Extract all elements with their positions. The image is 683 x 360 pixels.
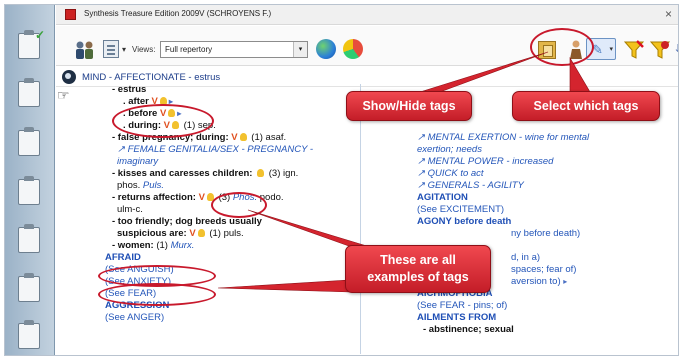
- show-hide-tags-callout: Show/Hide tags: [346, 91, 472, 121]
- arrow-icon: ↗: [417, 180, 425, 191]
- rubric-label: - returns affection:: [112, 192, 196, 203]
- highlight-oval: [530, 28, 594, 66]
- globe-icon[interactable]: [316, 39, 336, 59]
- remedy-count: (3) ign.: [268, 168, 299, 179]
- rubric-label: - kisses and caresses children:: [112, 168, 253, 179]
- rubric-kisses[interactable]: - kisses and caresses children: (3) ign.: [112, 168, 298, 180]
- see-link-fragment[interactable]: d, in a): [511, 252, 540, 264]
- remedy-count: (1) puls.: [209, 228, 244, 239]
- heading-ailments[interactable]: AILMENTS FROM: [417, 312, 496, 324]
- callout-line: examples of tags: [367, 270, 469, 284]
- see-link-fragment[interactable]: aversion to) ▸: [511, 276, 567, 288]
- rubric-label: suspicious are:: [117, 228, 187, 239]
- reference-label: FEMALE GENITALIA/SEX - PREGNANCY -: [127, 144, 314, 155]
- clipboard-icon-2[interactable]: [18, 78, 40, 107]
- reference-label: MENTAL EXERTION - wine for mental: [427, 132, 590, 143]
- reference-label: GENERALS - AGILITY: [427, 180, 524, 191]
- sheet-icon[interactable]: [103, 40, 119, 58]
- bulb-tag-icon: [197, 229, 205, 237]
- cross-reference-link-cont[interactable]: exertion; needs: [417, 144, 482, 156]
- clipboard-icon-4[interactable]: [18, 176, 40, 205]
- see-link-fragment[interactable]: ny before death): [511, 228, 580, 240]
- cross-reference-link[interactable]: ↗ MENTAL EXERTION - wine for mental: [417, 132, 589, 144]
- reference-label: aversion to): [511, 276, 561, 287]
- rubric-too-friendly-cont[interactable]: suspicious are: V (1) puls.: [117, 228, 244, 240]
- cross-reference-link[interactable]: ↗ QUICK to act: [417, 168, 484, 180]
- rubric-estrus[interactable]: - estrus: [112, 84, 146, 96]
- remedy-count: (1) asaf.: [251, 132, 287, 143]
- arrow-icon: ↗: [417, 168, 425, 179]
- flag-tag-icon: ▸: [563, 277, 568, 286]
- see-fear-pins-link[interactable]: (See FEAR - pins; of): [417, 300, 507, 312]
- bulb-tag-icon: [239, 133, 247, 141]
- expand-arrows-icon[interactable]: ⇊: [675, 42, 678, 55]
- cross-reference-link[interactable]: ↗ MENTAL POWER - increased: [417, 156, 553, 168]
- v-tag-icon: V: [189, 228, 196, 239]
- select-tags-dropdown[interactable]: ▾: [609, 45, 613, 53]
- callout-line: These are all: [380, 253, 456, 267]
- heading-agony[interactable]: AGONY before death: [417, 216, 511, 228]
- repertory-right-column: ↗ MENTAL EXERTION - wine for mental exer…: [360, 84, 660, 354]
- chevron-down-icon: ▾: [293, 42, 307, 57]
- cross-reference-link-cont[interactable]: imaginary: [117, 156, 158, 168]
- reference-label: QUICK to act: [427, 168, 484, 179]
- bulb-tag-icon: [257, 169, 265, 177]
- arrow-icon: ↗: [117, 144, 125, 155]
- clipboard-icon-5[interactable]: [18, 224, 40, 253]
- reference-label: MENTAL POWER - increased: [427, 156, 554, 167]
- pointing-hand-icon: ☞: [57, 87, 70, 103]
- rubric-abstinence[interactable]: - abstinence; sexual: [423, 324, 514, 336]
- head-icon: [62, 70, 76, 84]
- chevron-down-icon[interactable]: ▾: [122, 45, 126, 54]
- see-excitement-link[interactable]: (See EXCITEMENT): [417, 204, 504, 216]
- clipboard-icon-1[interactable]: [18, 28, 45, 59]
- filter-icon[interactable]: [649, 39, 671, 61]
- v-tag-icon: V: [198, 192, 205, 203]
- tag-examples-callout: These are all examples of tags: [345, 245, 491, 293]
- views-select-value: Full repertory: [165, 45, 213, 54]
- select-tags-callout: Select which tags: [512, 91, 660, 121]
- remedy-list: ulm-c.: [117, 204, 143, 215]
- title-bar: Synthesis Treasure Edition 2009V (SCHROY…: [56, 5, 678, 25]
- rubric-label: - women:: [112, 240, 154, 251]
- clipboard-icon-7[interactable]: [18, 320, 40, 349]
- highlight-oval: [211, 192, 267, 218]
- see-anger-link[interactable]: (See ANGER): [105, 312, 164, 324]
- close-button[interactable]: ×: [665, 6, 672, 22]
- views-label: Views:: [132, 45, 156, 54]
- heading-afraid[interactable]: AFRAID: [105, 252, 141, 264]
- heading-agitation[interactable]: AGITATION: [417, 192, 468, 204]
- cross-reference-link[interactable]: ↗ FEMALE GENITALIA/SEX - PREGNANCY -: [117, 144, 313, 156]
- remedy: phos.: [117, 180, 141, 191]
- highlight-oval: [112, 104, 214, 138]
- arrow-icon: ↗: [417, 156, 425, 167]
- pie-chart-icon[interactable]: [343, 39, 363, 59]
- v-tag-icon: V: [231, 132, 238, 143]
- rubric-women[interactable]: - women: (1) Murx.: [112, 240, 194, 252]
- remedy-count: (1): [156, 240, 168, 251]
- remedy-list: phos. Puls.: [117, 180, 164, 192]
- app-icon: [65, 9, 76, 20]
- clipboard-icon-6[interactable]: [18, 273, 40, 302]
- views-select[interactable]: Full repertory ▾: [160, 41, 308, 58]
- breadcrumb[interactable]: MIND - AFFECTIONATE - estrus: [82, 72, 220, 83]
- highlight-oval: [98, 283, 216, 306]
- remedy[interactable]: Puls.: [143, 180, 164, 191]
- remedy[interactable]: Murx.: [171, 240, 195, 251]
- filter-icon[interactable]: [623, 39, 645, 61]
- arrow-icon: ↗: [417, 132, 425, 143]
- clipboard-sidebar: [5, 5, 55, 355]
- clipboard-icon-3[interactable]: [18, 127, 40, 156]
- window-title: Synthesis Treasure Edition 2009V (SCHROY…: [84, 9, 272, 18]
- people-icon[interactable]: [74, 40, 96, 60]
- see-link-fragment[interactable]: spaces; fear of): [511, 264, 576, 276]
- cross-reference-link[interactable]: ↗ GENERALS - AGILITY: [417, 180, 524, 192]
